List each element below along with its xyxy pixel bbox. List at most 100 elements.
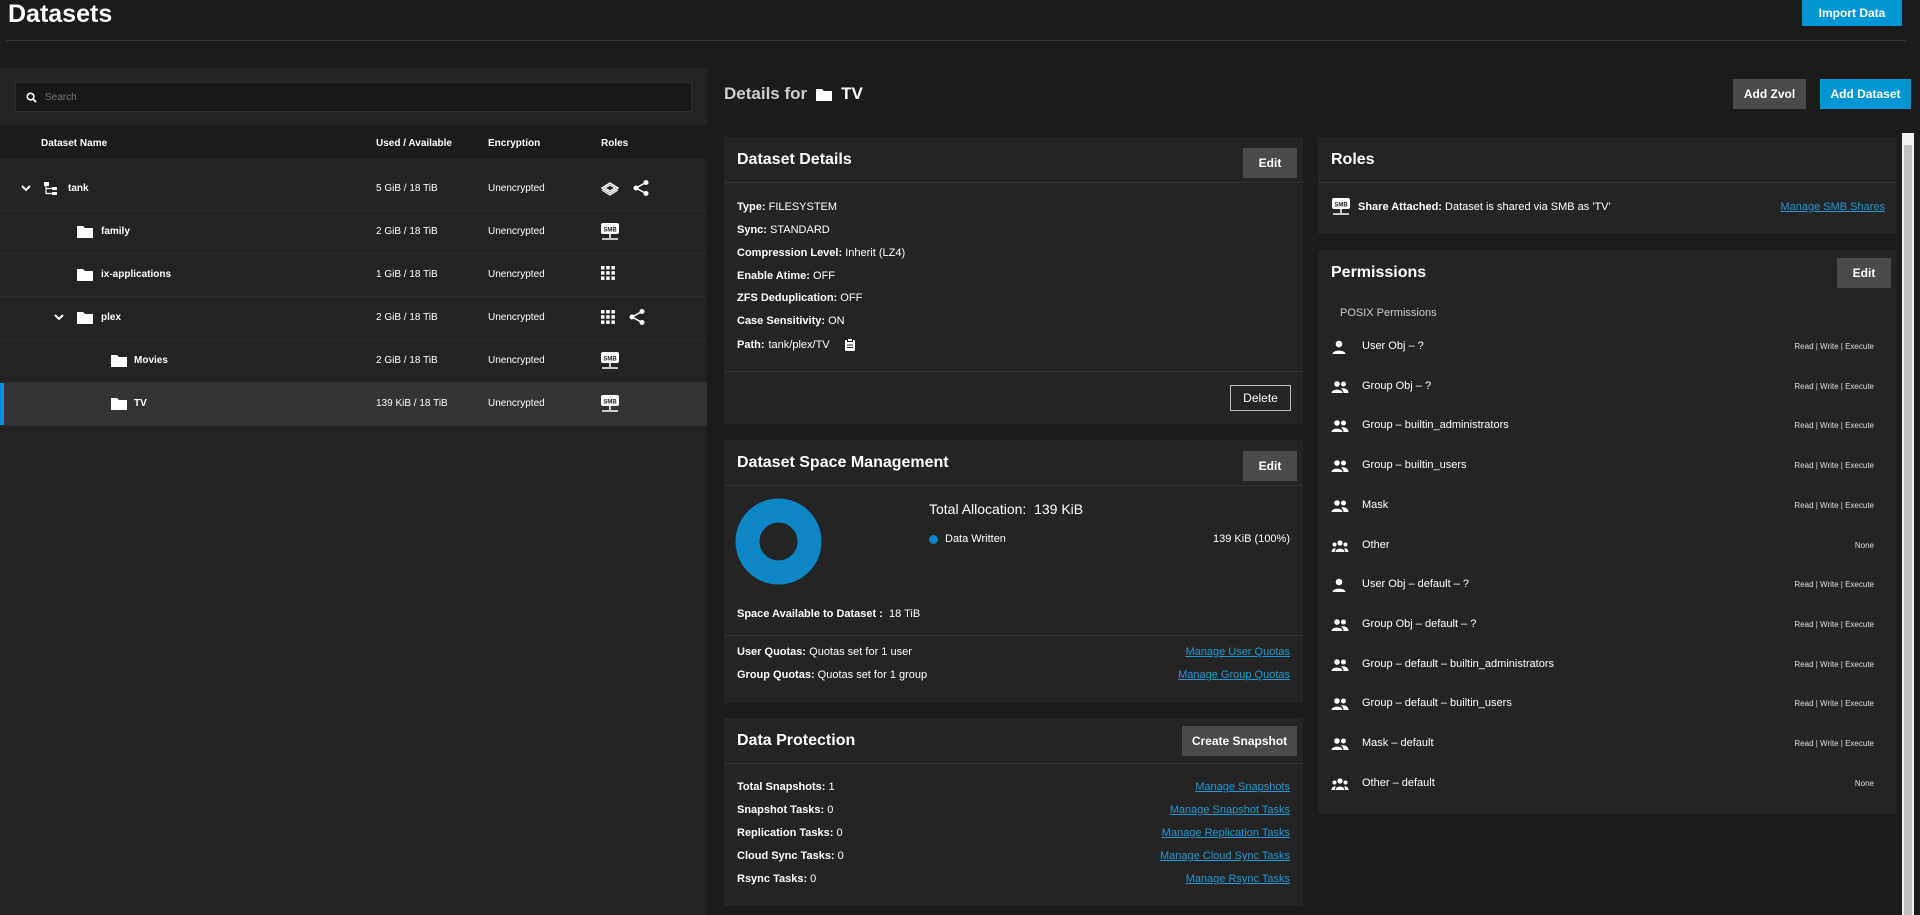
permission-value: Read | Write | Execute bbox=[1794, 500, 1874, 510]
dataset-details-card: Dataset Details Edit Type: FILESYSTEM Sy… bbox=[724, 137, 1303, 424]
permission-value: Read | Write | Execute bbox=[1794, 580, 1874, 590]
user-icon bbox=[1331, 339, 1347, 358]
dataset-used: 139 KiB / 18 TiB bbox=[376, 398, 448, 409]
tree-row-movies[interactable]: Movies 2 GiB / 18 TiB Unencrypted SMB bbox=[0, 340, 707, 383]
smb-share-icon: SMB bbox=[1332, 198, 1350, 215]
card-header: Dataset Details Edit bbox=[724, 137, 1303, 183]
svg-text:SMB: SMB bbox=[603, 400, 617, 406]
tree-row-ix-applications[interactable]: ix-applications 1 GiB / 18 TiB Unencrypt… bbox=[0, 254, 707, 297]
tree-row-tv[interactable]: TV 139 KiB / 18 TiB Unencrypted SMB bbox=[0, 383, 707, 426]
permission-label: Other – default bbox=[1362, 776, 1435, 789]
page-title: Datasets bbox=[8, 0, 113, 28]
manage-user-quotas-link[interactable]: Manage User Quotas bbox=[1185, 646, 1290, 658]
folder-icon bbox=[77, 312, 93, 324]
card-title: Dataset Space Management bbox=[737, 454, 949, 471]
permission-row: Mask Read | Write | Execute bbox=[1318, 492, 1896, 524]
permission-label: Group – builtin_administrators bbox=[1362, 419, 1509, 432]
copy-icon[interactable] bbox=[844, 338, 856, 352]
detail-compression: Compression Level: Inherit (LZ4) bbox=[737, 247, 906, 259]
folder-icon bbox=[77, 269, 93, 281]
header-used-available[interactable]: Used / Available bbox=[376, 138, 452, 149]
search-icon bbox=[26, 91, 37, 103]
import-data-button[interactable]: Import Data bbox=[1802, 0, 1902, 26]
replication-tasks: Replication Tasks: 0 bbox=[737, 827, 843, 839]
dataset-encryption: Unencrypted bbox=[488, 355, 545, 366]
detail-atime: Enable Atime: OFF bbox=[737, 270, 836, 282]
dataset-used: 1 GiB / 18 TiB bbox=[376, 269, 438, 280]
edit-permissions-button[interactable]: Edit bbox=[1837, 258, 1891, 288]
add-dataset-button[interactable]: Add Dataset bbox=[1820, 79, 1911, 109]
snapshot-tasks: Snapshot Tasks: 0 bbox=[737, 804, 834, 816]
permission-row: Group – builtin_users Read | Write | Exec… bbox=[1318, 452, 1896, 484]
manage-snapshot-tasks-link[interactable]: Manage Snapshot Tasks bbox=[1170, 804, 1290, 816]
details-dataset-name: TV bbox=[841, 84, 863, 103]
permission-label: Group – default – builtin_administrators bbox=[1362, 657, 1554, 670]
dataset-roles: SMB bbox=[600, 222, 620, 242]
roles-card: Roles SMB Share Attached: Dataset is sha… bbox=[1318, 137, 1896, 234]
header-encryption[interactable]: Encryption bbox=[488, 138, 540, 149]
permission-value: Read | Write | Execute bbox=[1794, 739, 1874, 748]
card-header: Data Protection Create Snapshot bbox=[724, 718, 1303, 764]
user-icon bbox=[1331, 577, 1347, 596]
data-protection-card: Data Protection Create Snapshot Total Sn… bbox=[724, 718, 1303, 906]
card-header: Permissions Edit bbox=[1318, 250, 1896, 296]
smb-share-icon: SMB bbox=[601, 223, 619, 240]
manage-rsync-tasks-link[interactable]: Manage Rsync Tasks bbox=[1186, 873, 1290, 885]
dataset-name: ix-applications bbox=[101, 269, 172, 280]
scrollbar[interactable] bbox=[1902, 133, 1914, 915]
tree-row-tank[interactable]: tank 5 GiB / 18 TiB Unencrypted bbox=[0, 168, 707, 211]
dataset-roles bbox=[600, 265, 616, 281]
permission-value: Read | Write | Execute bbox=[1794, 659, 1874, 669]
permission-label: Group Obj – ? bbox=[1362, 379, 1432, 392]
manage-smb-shares-link[interactable]: Manage SMB Shares bbox=[1780, 201, 1885, 213]
folder-icon bbox=[77, 226, 93, 238]
permission-row: Group – default – builtin_users Read | Wr… bbox=[1318, 690, 1896, 722]
permission-value: Read | Write | Execute bbox=[1794, 342, 1874, 351]
folder-icon bbox=[111, 398, 127, 410]
tree-row-family[interactable]: family 2 GiB / 18 TiB Unencrypted SMB bbox=[0, 211, 707, 254]
permission-row: Other None bbox=[1318, 532, 1896, 564]
detail-sync: Sync: STANDARD bbox=[737, 224, 830, 236]
chevron-down-icon[interactable] bbox=[52, 310, 66, 324]
edit-details-button[interactable]: Edit bbox=[1243, 148, 1297, 178]
svg-text:SMB: SMB bbox=[603, 228, 617, 234]
header-roles[interactable]: Roles bbox=[601, 138, 628, 149]
search-box[interactable] bbox=[15, 82, 692, 112]
manage-cloud-sync-tasks-link[interactable]: Manage Cloud Sync Tasks bbox=[1160, 850, 1290, 862]
edit-space-button[interactable]: Edit bbox=[1243, 451, 1297, 481]
header-dataset-name[interactable]: Dataset Name bbox=[41, 138, 107, 149]
divider bbox=[6, 40, 1906, 41]
permission-label: Mask – default bbox=[1362, 737, 1434, 749]
svg-text:SMB: SMB bbox=[1334, 203, 1348, 209]
permission-row: User Obj – default – ? Read | Write | Exe… bbox=[1318, 571, 1896, 603]
share-attached: Share Attached: Dataset is shared via SM… bbox=[1358, 201, 1611, 213]
smb-share-icon: SMB bbox=[601, 352, 619, 369]
dataset-encryption: Unencrypted bbox=[488, 226, 545, 237]
people-icon bbox=[1331, 538, 1349, 557]
detail-dedup: ZFS Deduplication: OFF bbox=[737, 292, 863, 304]
space-available: Space Available to Dataset : 18 TiB bbox=[737, 608, 921, 620]
create-snapshot-button[interactable]: Create Snapshot bbox=[1182, 726, 1297, 756]
manage-replication-tasks-link[interactable]: Manage Replication Tasks bbox=[1162, 827, 1290, 839]
total-allocation: Total Allocation: 139 KiB bbox=[929, 501, 1084, 517]
dataset-name: tank bbox=[68, 183, 89, 194]
permission-value: None bbox=[1854, 540, 1874, 550]
permission-label: Other bbox=[1362, 538, 1390, 551]
permission-row: Group – builtin_administrators Read | Wri… bbox=[1318, 412, 1896, 444]
delete-dataset-button[interactable]: Delete bbox=[1230, 385, 1291, 411]
search-input[interactable] bbox=[45, 91, 645, 103]
rsync-tasks: Rsync Tasks: 0 bbox=[737, 873, 817, 885]
dataset-used: 2 GiB / 18 TiB bbox=[376, 312, 438, 323]
svg-text:SMB: SMB bbox=[603, 357, 617, 363]
dataset-name: family bbox=[101, 226, 130, 237]
chevron-down-icon[interactable] bbox=[19, 181, 33, 195]
manage-snapshots-link[interactable]: Manage Snapshots bbox=[1195, 781, 1290, 793]
add-zvol-button[interactable]: Add Zvol bbox=[1733, 79, 1806, 109]
manage-group-quotas-link[interactable]: Manage Group Quotas bbox=[1178, 669, 1290, 681]
selection-indicator bbox=[0, 383, 4, 425]
scrollbar-thumb[interactable] bbox=[1904, 145, 1912, 915]
permission-label: User Obj – default – ? bbox=[1362, 578, 1470, 591]
tree-row-plex[interactable]: plex 2 GiB / 18 TiB Unencrypted bbox=[0, 297, 707, 340]
card-header: Roles bbox=[1318, 137, 1896, 183]
permission-row: Mask – default Read | Write | Execute bbox=[1318, 730, 1896, 762]
